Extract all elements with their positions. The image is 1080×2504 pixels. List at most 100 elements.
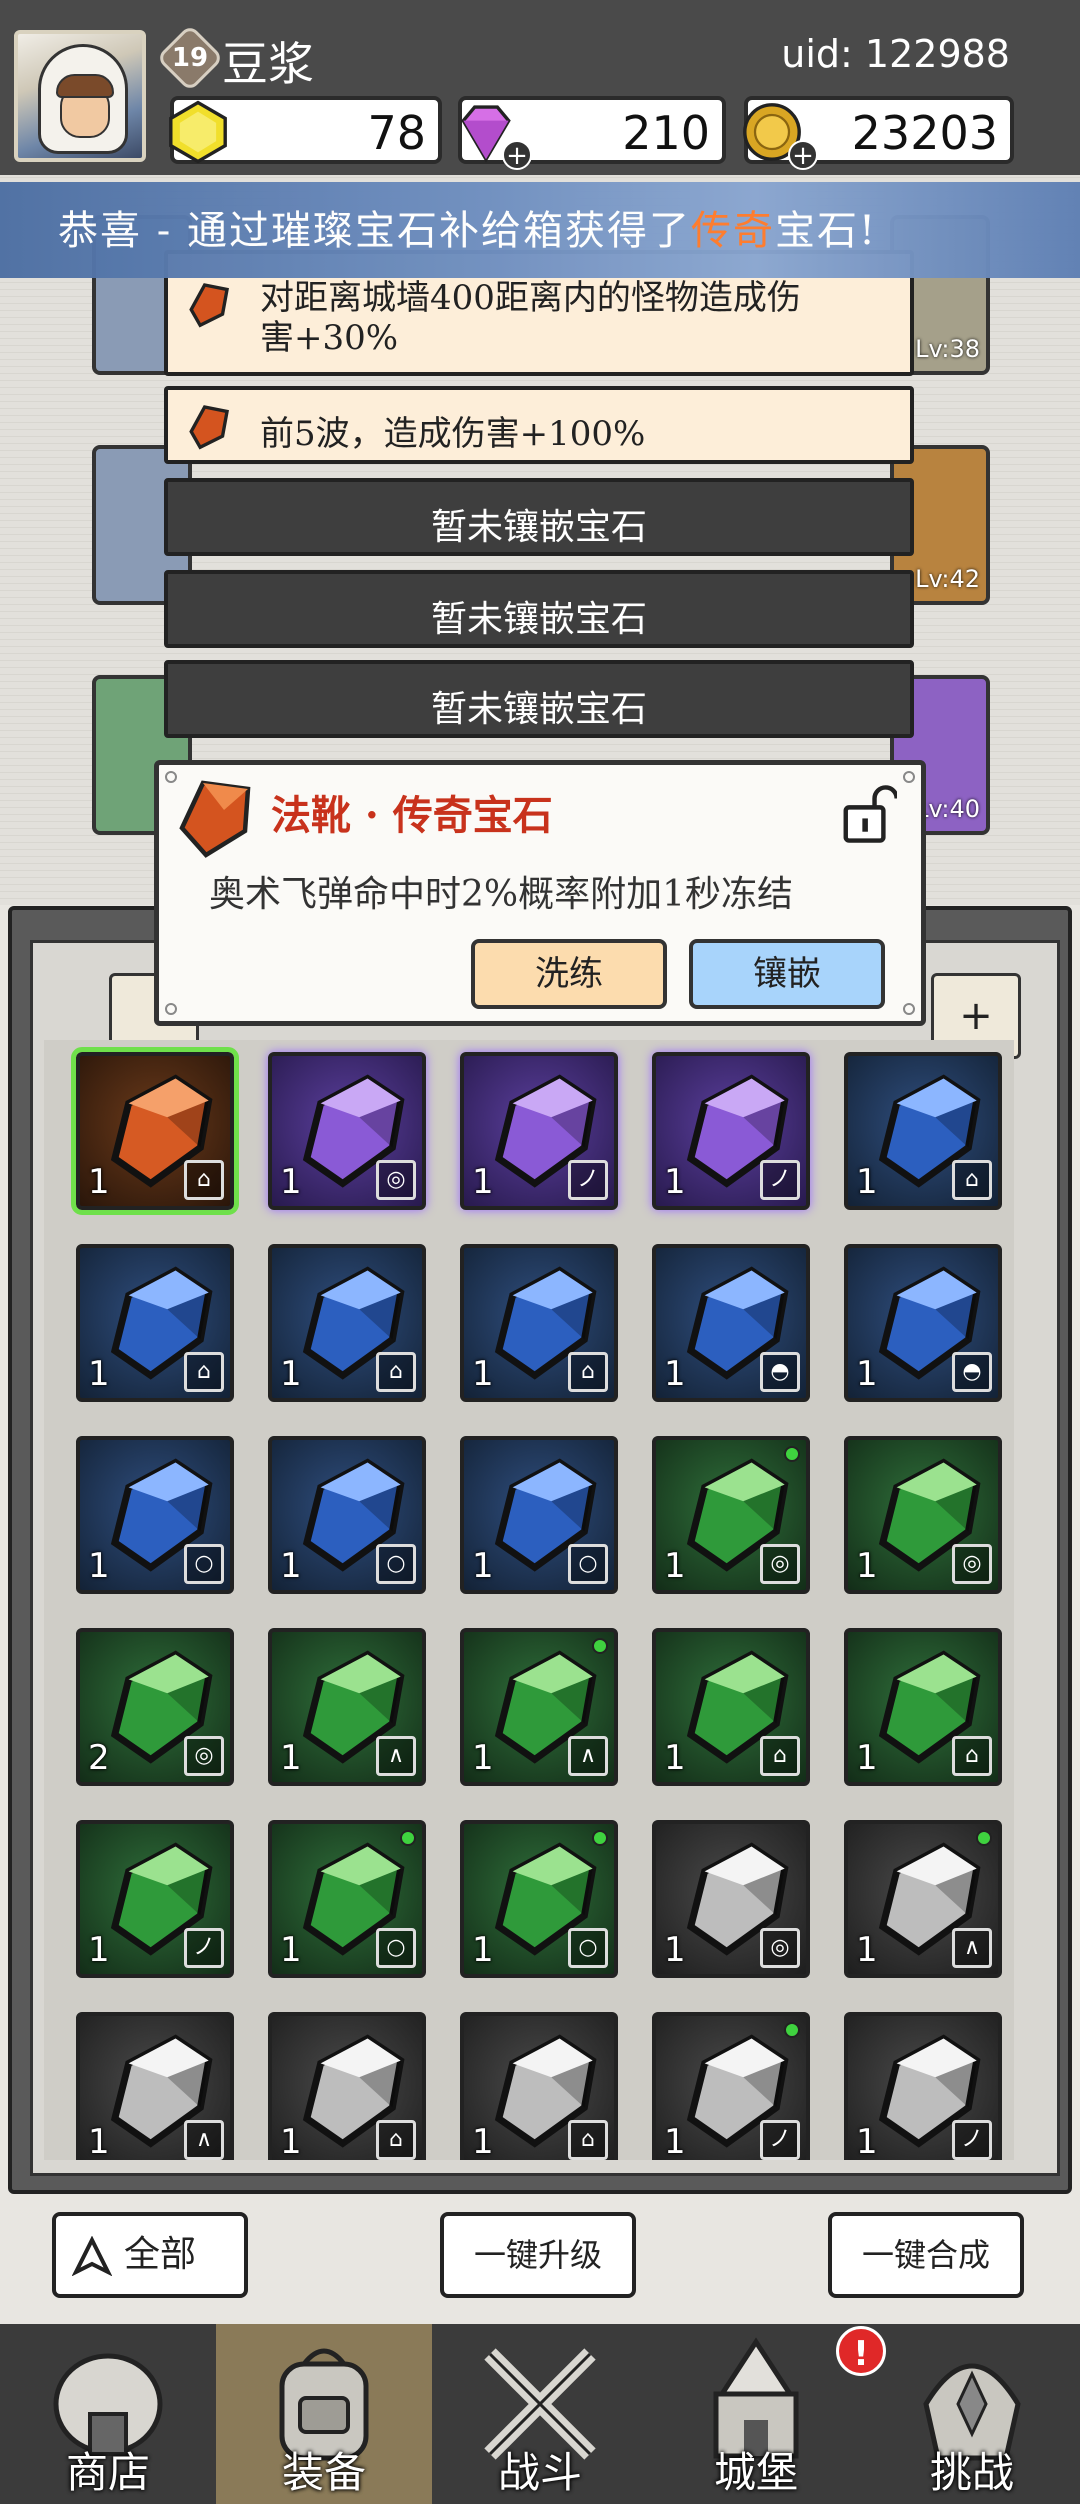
boot-icon: ⌂ (760, 1736, 800, 1776)
popup-description: 奥术飞弹命中时2%概率附加1秒冻结 (209, 874, 794, 915)
blue-gem-cell[interactable]: 1 ◓ (652, 1244, 810, 1402)
green-gem-cell[interactable]: 1 ○ (460, 1820, 618, 1978)
gem-count: 1 (88, 2122, 110, 2160)
add-diamond-button[interactable]: + (502, 140, 532, 170)
gem-count: 1 (472, 1354, 494, 1394)
legendary-gem-icon (179, 780, 251, 858)
boot-icon: ⌂ (376, 2120, 416, 2160)
white-gem-cell[interactable]: 1ノ (652, 2012, 810, 2160)
blue-gem-cell[interactable]: 1 ○ (460, 1436, 618, 1594)
nav-item-castle[interactable]: 城堡 (648, 2324, 864, 2504)
top-header: 19 豆浆 uid: 122988 78 + 210 + 23203 (0, 0, 1080, 175)
blue-gem-cell[interactable]: 1 ⌂ (76, 1244, 234, 1402)
gem-count: 1 (856, 1162, 878, 1202)
one-key-upgrade-button[interactable]: 一键升级 (440, 2212, 636, 2298)
white-gem-cell[interactable]: 1 ⌂ (460, 2012, 618, 2160)
white-gem-cell[interactable]: 1ノ (844, 2012, 1002, 2160)
gem-count: 1 (472, 1546, 494, 1586)
green-gem-cell[interactable]: 1 ◎ (844, 1436, 1002, 1594)
socket-5-empty[interactable]: 暂未镶嵌宝石 (164, 660, 914, 738)
green-gem-cell[interactable]: 1 ◎ (652, 1436, 810, 1594)
gem-count: 1 (472, 1162, 494, 1202)
gem-count: 1 (664, 1738, 686, 1778)
coin-counter: + 23203 (743, 96, 1014, 170)
gem-count: 1 (664, 2122, 686, 2160)
white-gem-cell[interactable]: 1 ∧ (76, 2012, 234, 2160)
green-gem-cell[interactable]: 1 ∧ (268, 1628, 426, 1786)
gem-count: 1 (856, 1546, 878, 1586)
white-gem-cell[interactable]: 1 ⌂ (268, 2012, 426, 2160)
hat-icon: ◓ (760, 1352, 800, 1392)
gem-count: 1 (664, 1930, 686, 1970)
gem-count: 1 (88, 1546, 110, 1586)
socket-2[interactable]: 前5波，造成伤害+100% (164, 386, 914, 464)
gem-count: 1 (280, 1930, 302, 1970)
purple-gem-cell[interactable]: 1 ◎ (268, 1052, 426, 1210)
nav-item-swords[interactable]: 战斗 (432, 2324, 648, 2504)
wand-icon: ノ (184, 1928, 224, 1968)
new-dot (592, 1830, 608, 1846)
ring-icon: ◎ (760, 1928, 800, 1968)
wand-icon: ノ (568, 1160, 608, 1200)
orange-gem-icon (189, 283, 229, 328)
gem-grid: 1 ⌂ 1 ◎ 1 ノ 1 ノ 1 ⌂ 1 ⌂ 1 ⌂ 1 ⌂ 1 ◓ 1 ◓ 1 ○ 1 ○ 1 ○ 1 ◎ 1 ◎ 2 ◎ 1 ∧ 1 ∧ 1 ⌂ 1 ⌂… (44, 1040, 1014, 2160)
nav-label: 挑战 (929, 2448, 1014, 2497)
nav-item-helmet[interactable]: 挑战 (864, 2324, 1080, 2504)
add-coin-button[interactable]: + (788, 140, 818, 170)
green-gem-cell[interactable]: 1ノ (76, 1820, 234, 1978)
gem-count: 1 (664, 1546, 686, 1586)
ring-icon: ◎ (952, 1544, 992, 1584)
orange-gem-cell[interactable]: 1 ⌂ (71, 1047, 239, 1215)
gem-count: 1 (664, 1354, 686, 1394)
gem-count: 1 (472, 1738, 494, 1778)
gem-count: 1 (472, 2122, 494, 2160)
gem-count: 1 (856, 2122, 878, 2160)
blue-gem-cell[interactable]: 1 ○ (76, 1436, 234, 1594)
hat-icon: ◓ (952, 1352, 992, 1392)
filter-all-button[interactable]: 全部 (52, 2212, 248, 2298)
gem-count: 1 (88, 1354, 110, 1394)
castle-alert-badge: ! (836, 2326, 886, 2376)
nav-label: 装备 (281, 2448, 366, 2497)
wash-button[interactable]: 洗练 (471, 939, 667, 1009)
one-key-merge-button[interactable]: 一键合成 (828, 2212, 1024, 2298)
green-gem-cell[interactable]: 2 ◎ (76, 1628, 234, 1786)
wand-icon: ノ (760, 2120, 800, 2160)
embed-button[interactable]: 镶嵌 (689, 939, 885, 1009)
green-gem-cell[interactable]: 1 ⌂ (844, 1628, 1002, 1786)
blue-gem-cell[interactable]: 1 ◓ (844, 1244, 1002, 1402)
triangle-up-icon (72, 2236, 112, 2276)
socket-3-empty[interactable]: 暂未镶嵌宝石 (164, 478, 914, 556)
unlock-icon[interactable] (841, 783, 897, 845)
gem-count: 1 (856, 1930, 878, 1970)
blue-gem-cell[interactable]: 1 ⌂ (268, 1244, 426, 1402)
reward-banner: 恭喜 - 通过璀璨宝石补给箱获得了传奇宝石! (0, 182, 1080, 278)
necklace-icon: ○ (568, 1928, 608, 1968)
blue-gem-cell[interactable]: 1 ○ (268, 1436, 426, 1594)
green-gem-cell[interactable]: 1 ⌂ (652, 1628, 810, 1786)
white-gem-cell[interactable]: 1 ∧ (844, 1820, 1002, 1978)
new-dot (976, 1830, 992, 1846)
green-gem-cell[interactable]: 1 ∧ (460, 1628, 618, 1786)
purple-gem-cell[interactable]: 1ノ (460, 1052, 618, 1210)
avatar[interactable] (14, 30, 146, 162)
boot-icon: ⌂ (376, 1352, 416, 1392)
boot-icon: ⌂ (184, 1352, 224, 1392)
nav-item-backpack[interactable]: 装备 (216, 2324, 432, 2504)
new-dot (592, 1638, 608, 1654)
purple-gem-cell[interactable]: 1ノ (652, 1052, 810, 1210)
nav-label: 城堡 (713, 2448, 798, 2497)
blue-gem-cell[interactable]: 1 ⌂ (460, 1244, 618, 1402)
white-gem-cell[interactable]: 1 ◎ (652, 1820, 810, 1978)
boot-icon: ⌂ (568, 1352, 608, 1392)
nav-label: 商店 (65, 2448, 150, 2497)
bottom-nav: 商店 装备 战斗 城堡 挑战 (0, 2324, 1080, 2504)
necklace-icon: ○ (184, 1544, 224, 1584)
gem-count: 1 (280, 1738, 302, 1778)
new-dot (784, 1446, 800, 1462)
socket-4-empty[interactable]: 暂未镶嵌宝石 (164, 570, 914, 648)
blue-gem-cell[interactable]: 1 ⌂ (844, 1052, 1002, 1210)
nav-item-shop[interactable]: 商店 (0, 2324, 216, 2504)
gem-count: 1 (88, 1162, 110, 1202)
green-gem-cell[interactable]: 1 ○ (268, 1820, 426, 1978)
